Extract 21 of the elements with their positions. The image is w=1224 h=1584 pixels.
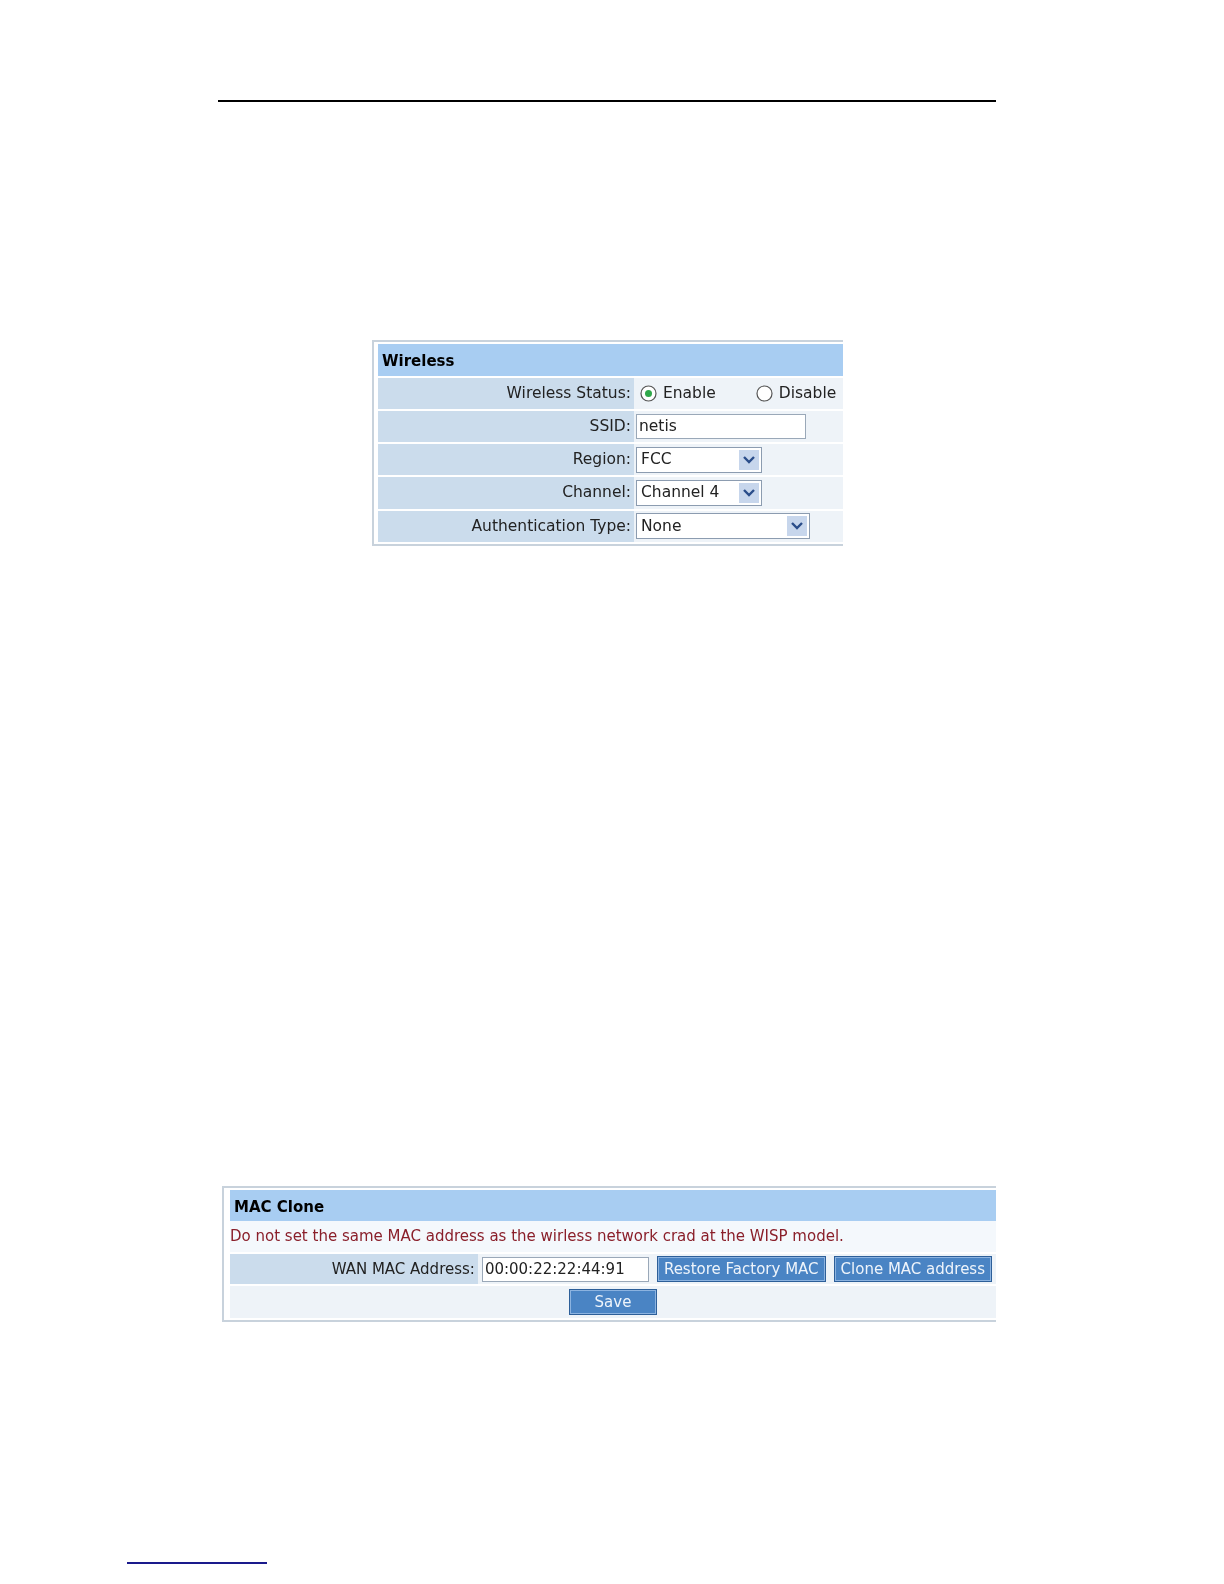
panel-title: MAC Clone <box>230 1189 996 1222</box>
dropdown-field[interactable]: Channel 4 <box>636 479 762 506</box>
field-label: Authentication Type: <box>378 510 634 542</box>
radio-label[interactable]: Enable <box>663 381 716 405</box>
action-button[interactable]: Restore Factory MAC <box>656 1256 826 1282</box>
field-label: WAN MAC Address: <box>230 1253 478 1285</box>
field-label: SSID: <box>378 410 634 442</box>
warning-text: Do not set the same MAC address as the wirless network crad at the WISP model. <box>230 1221 996 1252</box>
field-label: Channel: <box>378 477 634 509</box>
action-button[interactable]: Clone MAC address <box>833 1256 992 1282</box>
text-field[interactable]: netis <box>636 413 806 439</box>
save-button[interactable]: Save <box>569 1289 657 1316</box>
field-label: Wireless Status: <box>378 377 634 409</box>
radio-button[interactable] <box>755 384 773 402</box>
field-label: Region: <box>378 444 634 476</box>
dropdown-field[interactable]: None <box>636 513 810 540</box>
radio-button[interactable] <box>640 384 657 402</box>
panel-title: Wireless <box>378 344 843 376</box>
dropdown-field[interactable]: FCC <box>636 446 762 473</box>
text-field[interactable]: 00:00:22:22:44:91 <box>481 1256 649 1282</box>
radio-label[interactable]: Disable <box>778 381 837 405</box>
